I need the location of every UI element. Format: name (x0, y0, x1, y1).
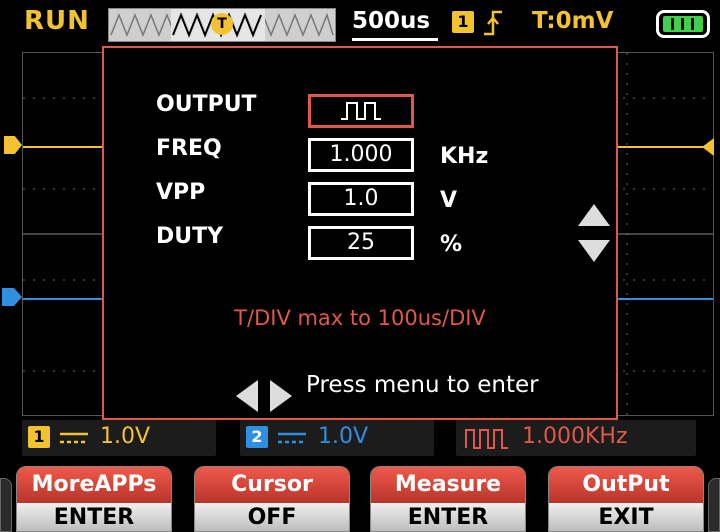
up-down-arrows (578, 204, 610, 262)
vpp-label: VPP (156, 180, 206, 205)
timebase-underline (352, 38, 438, 41)
trigger-level-value[interactable]: T:0mV (532, 8, 613, 34)
softkey-cursor-label: Cursor (195, 467, 349, 503)
trigger-position-icon[interactable]: T (211, 13, 233, 35)
softkey-output-value: EXIT (549, 503, 703, 531)
softkey-moreapps-value: ENTER (17, 503, 171, 531)
ch2-status[interactable]: 2 1.0V (240, 420, 434, 456)
ch2-badge: 2 (246, 426, 268, 448)
battery-full-icon (656, 10, 710, 38)
softkey-measure-label: Measure (371, 467, 525, 503)
dc-coupling-icon (278, 432, 306, 444)
freq-field[interactable]: 1.000 (308, 138, 414, 172)
right-edge-bezel (708, 478, 720, 532)
left-edge-bezel (0, 478, 12, 532)
output-waveform-field[interactable] (308, 94, 414, 128)
freq-label: FREQ (156, 136, 222, 161)
down-arrow-icon (578, 240, 610, 262)
duty-unit: % (440, 232, 463, 257)
square-wave-icon (465, 429, 508, 449)
softkey-output-label: OutPut (549, 467, 703, 503)
output-label: OUTPUT (156, 92, 257, 117)
vpp-unit: V (440, 188, 458, 213)
generator-frequency: 1.000KHz (522, 424, 628, 449)
trigger-channel-badge[interactable]: 1 (452, 11, 474, 33)
ch2-volts-div: 1.0V (318, 424, 369, 449)
duty-label: DUTY (156, 224, 224, 249)
dc-coupling-icon (60, 432, 88, 444)
softkey-measure[interactable]: Measure ENTER (370, 466, 526, 532)
up-arrow-icon (578, 204, 610, 226)
run-state-label[interactable]: RUN (24, 6, 90, 36)
softkey-moreapps-label: MoreAPPs (17, 467, 171, 503)
softkey-moreapps[interactable]: MoreAPPs ENTER (16, 466, 172, 532)
ch1-volts-div: 1.0V (100, 424, 151, 449)
square-wave-icon (341, 102, 381, 120)
waveform-overview: T (108, 8, 336, 42)
rising-edge-icon (484, 10, 502, 36)
right-arrow-icon (270, 380, 292, 412)
status-bar: RUN T 500us 1 T:0mV (0, 0, 720, 46)
generator-status[interactable]: 1.000KHz (456, 420, 696, 456)
timebase-value[interactable]: 500us (352, 8, 430, 34)
menu-hint: Press menu to enter (306, 372, 539, 398)
ch2-offset-marker[interactable] (2, 288, 22, 306)
timebase-warning: T/DIV max to 100us/DIV (234, 306, 486, 330)
left-right-arrows (236, 380, 292, 412)
left-arrow-icon (236, 380, 258, 412)
vpp-field[interactable]: 1.0 (308, 182, 414, 216)
freq-unit: KHz (440, 144, 489, 169)
ch1-badge: 1 (28, 426, 50, 448)
output-settings-dialog: OUTPUT FREQ 1.000 KHz VPP 1.0 V DUTY 25 … (102, 46, 618, 420)
ch1-offset-marker[interactable] (4, 136, 22, 154)
ch1-status[interactable]: 1 1.0V (22, 420, 216, 456)
duty-field[interactable]: 25 (308, 226, 414, 260)
softkey-measure-value: ENTER (371, 503, 525, 531)
softkey-cursor[interactable]: Cursor OFF (194, 466, 350, 532)
softkey-cursor-value: OFF (195, 503, 349, 531)
softkey-output[interactable]: OutPut EXIT (548, 466, 704, 532)
battery-level (663, 16, 703, 32)
